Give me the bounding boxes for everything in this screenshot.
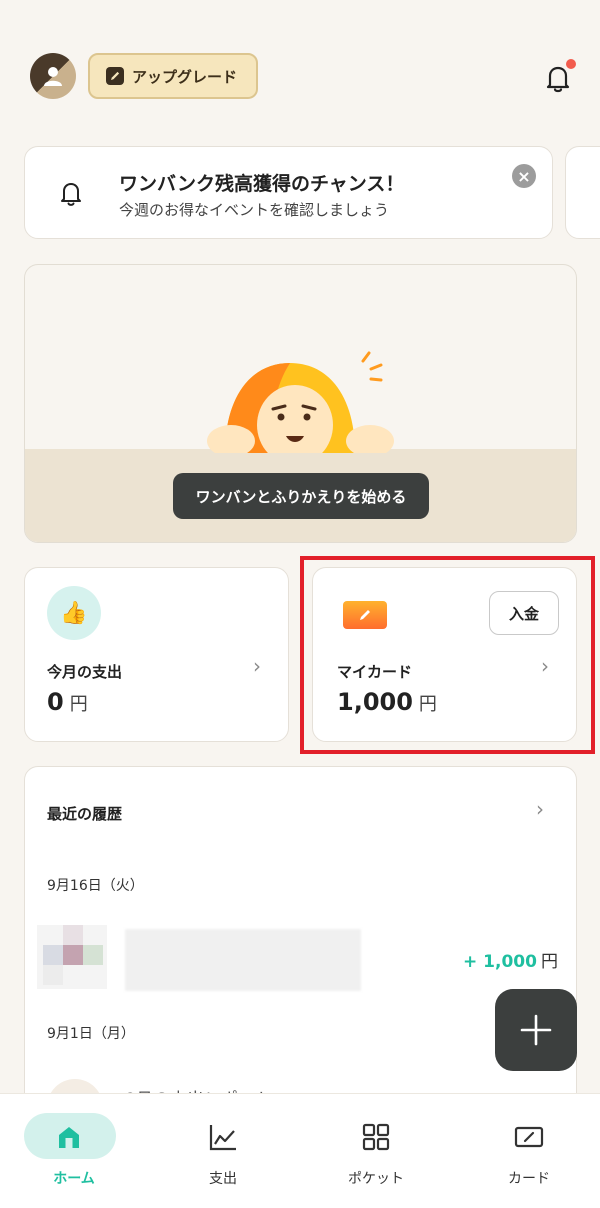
bottom-navigation: ホーム 支出 ポケット カード xyxy=(0,1093,600,1208)
home-icon xyxy=(59,1127,79,1148)
grid-icon xyxy=(362,1123,390,1151)
recent-history-card: 最近の履歴 › 9月16日（火） + 1,000円 9月1日（月） 9月の支出レ… xyxy=(24,766,577,1146)
transaction-amount-unit: 円 xyxy=(540,952,558,972)
upgrade-button[interactable]: アップグレード xyxy=(88,53,258,99)
nav-item-spending[interactable]: 支出 xyxy=(168,1112,278,1192)
pencil-icon xyxy=(106,67,124,85)
close-icon[interactable]: × xyxy=(512,164,536,188)
transaction-name-blurred xyxy=(125,929,361,991)
next-notice-card[interactable] xyxy=(565,146,600,239)
user-avatar[interactable] xyxy=(30,53,76,99)
plus-icon xyxy=(520,1014,552,1046)
thumbs-up-icon: 👍 xyxy=(47,586,101,640)
chevron-right-icon: › xyxy=(253,654,261,678)
history-date: 9月1日（月） xyxy=(47,1026,135,1042)
user-avatar-icon xyxy=(44,67,62,86)
highlight-box xyxy=(300,556,595,754)
add-button[interactable] xyxy=(495,989,577,1071)
notification-badge xyxy=(566,59,576,69)
nav-label: ポケット xyxy=(348,1171,404,1187)
nav-label: ホーム xyxy=(53,1171,95,1187)
notice-title: ワンバンク残高獲得のチャンス！ xyxy=(119,173,405,195)
upgrade-label: アップグレード xyxy=(132,67,238,86)
spend-amount: 0円 xyxy=(47,688,88,716)
transaction-amount-value: + 1,000 xyxy=(463,952,537,972)
transaction-amount: + 1,000 円 xyxy=(463,947,558,972)
spend-amount-value: 0 xyxy=(47,688,64,716)
nav-item-card[interactable]: カード xyxy=(474,1112,584,1192)
review-hero-banner[interactable]: ワンバンとふりかえりを始める xyxy=(24,264,577,543)
nav-label: カード xyxy=(508,1171,550,1187)
mascot-illustration xyxy=(207,351,394,453)
start-review-button[interactable]: ワンバンとふりかえりを始める xyxy=(173,473,429,519)
spend-label: 今月の支出 xyxy=(47,663,123,681)
event-notice-card[interactable]: ワンバンク残高獲得のチャンス！ 今週のお得なイベントを確認しましょう × xyxy=(24,146,553,239)
notice-subtitle: 今週のお得なイベントを確認しましょう xyxy=(119,201,390,219)
spend-amount-unit: 円 xyxy=(69,694,88,715)
nav-label: 支出 xyxy=(209,1171,237,1187)
bell-icon xyxy=(55,177,87,209)
history-title: 最近の履歴 xyxy=(47,805,123,823)
history-date: 9月16日（火） xyxy=(47,878,144,894)
chart-icon xyxy=(209,1125,236,1151)
nav-item-home[interactable]: ホーム xyxy=(23,1112,133,1192)
chevron-right-icon[interactable]: › xyxy=(536,797,544,821)
transaction-avatar-blurred xyxy=(37,925,107,989)
nav-item-pocket[interactable]: ポケット xyxy=(321,1112,431,1192)
monthly-spend-card[interactable]: 👍 今月の支出 › 0円 xyxy=(24,567,289,742)
card-icon xyxy=(514,1126,544,1148)
